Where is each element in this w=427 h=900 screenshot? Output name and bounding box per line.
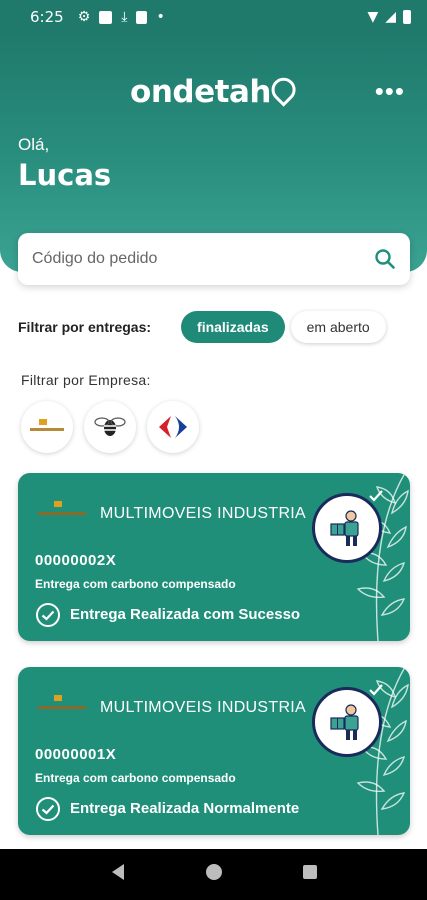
order-card[interactable]: MULTIMOVEIS INDUSTRIA 00000001X Entrega …: [18, 667, 410, 835]
order-id: 00000002X: [35, 552, 117, 569]
multimoveis-brand-icon: [38, 501, 86, 515]
notification-icon: [99, 10, 113, 24]
company-filter-list: [21, 401, 199, 453]
logo-text: ondetah: [130, 74, 271, 110]
home-button[interactable]: [205, 863, 223, 886]
delivery-filter: Filtrar por entregas: finalizadas em abe…: [18, 309, 410, 344]
courier-avatar-icon: [312, 493, 382, 563]
carbon-note: Entrega com carbono compensado: [35, 577, 236, 591]
dot-icon: •: [156, 9, 165, 25]
status-time: 6:25: [30, 8, 64, 26]
settings-icon: ⚙: [77, 9, 91, 25]
delivery-status: Entrega Realizada com Sucesso: [70, 606, 301, 623]
courier-avatar-icon: [312, 687, 382, 757]
company-filter-label: Filtrar por Empresa:: [21, 372, 151, 388]
back-button[interactable]: [110, 863, 126, 886]
chip-em-aberto[interactable]: em aberto: [290, 310, 386, 343]
download-icon: ⤓: [121, 9, 128, 25]
battery-icon: [403, 10, 411, 24]
wifi-icon: ▼: [367, 9, 379, 25]
status-bar: 6:25 ⚙ ⤓ • ▼ ◢: [0, 0, 427, 34]
carrefour-logo[interactable]: [147, 401, 199, 453]
signal-icon: ◢: [385, 9, 396, 25]
search-icon[interactable]: [374, 248, 396, 270]
chip-finalizadas[interactable]: finalizadas: [181, 310, 285, 343]
check-circle-icon: [36, 797, 60, 821]
carbon-note: Entrega com carbono compensado: [35, 771, 236, 785]
check-circle-icon: [36, 603, 60, 627]
bee-logo[interactable]: [84, 401, 136, 453]
greeting: Olá,: [18, 135, 50, 154]
card-company-name: MULTIMOVEIS INDUSTRIA: [100, 699, 307, 716]
sd-card-icon: [136, 10, 148, 24]
order-id: 00000001X: [35, 746, 117, 763]
more-options-button[interactable]: •••: [375, 78, 405, 104]
delivery-status: Entrega Realizada Normalmente: [70, 800, 300, 817]
recents-button[interactable]: [302, 864, 318, 885]
order-card[interactable]: MULTIMOVEIS INDUSTRIA 00000002X Entrega …: [18, 473, 410, 641]
card-company-name: MULTIMOVEIS INDUSTRIA: [100, 505, 307, 522]
multimoveis-logo[interactable]: [21, 401, 73, 453]
order-code-input[interactable]: [32, 250, 374, 268]
system-nav-bar: [0, 849, 427, 900]
check-icon: [369, 490, 383, 502]
search-bar: [18, 233, 410, 285]
multimoveis-brand-icon: [38, 695, 86, 709]
check-icon: [369, 684, 383, 696]
location-pin-icon: [266, 72, 301, 107]
username: Lucas: [18, 158, 112, 192]
delivery-filter-label: Filtrar por entregas:: [18, 318, 152, 335]
app-logo: ondetah: [0, 72, 427, 110]
